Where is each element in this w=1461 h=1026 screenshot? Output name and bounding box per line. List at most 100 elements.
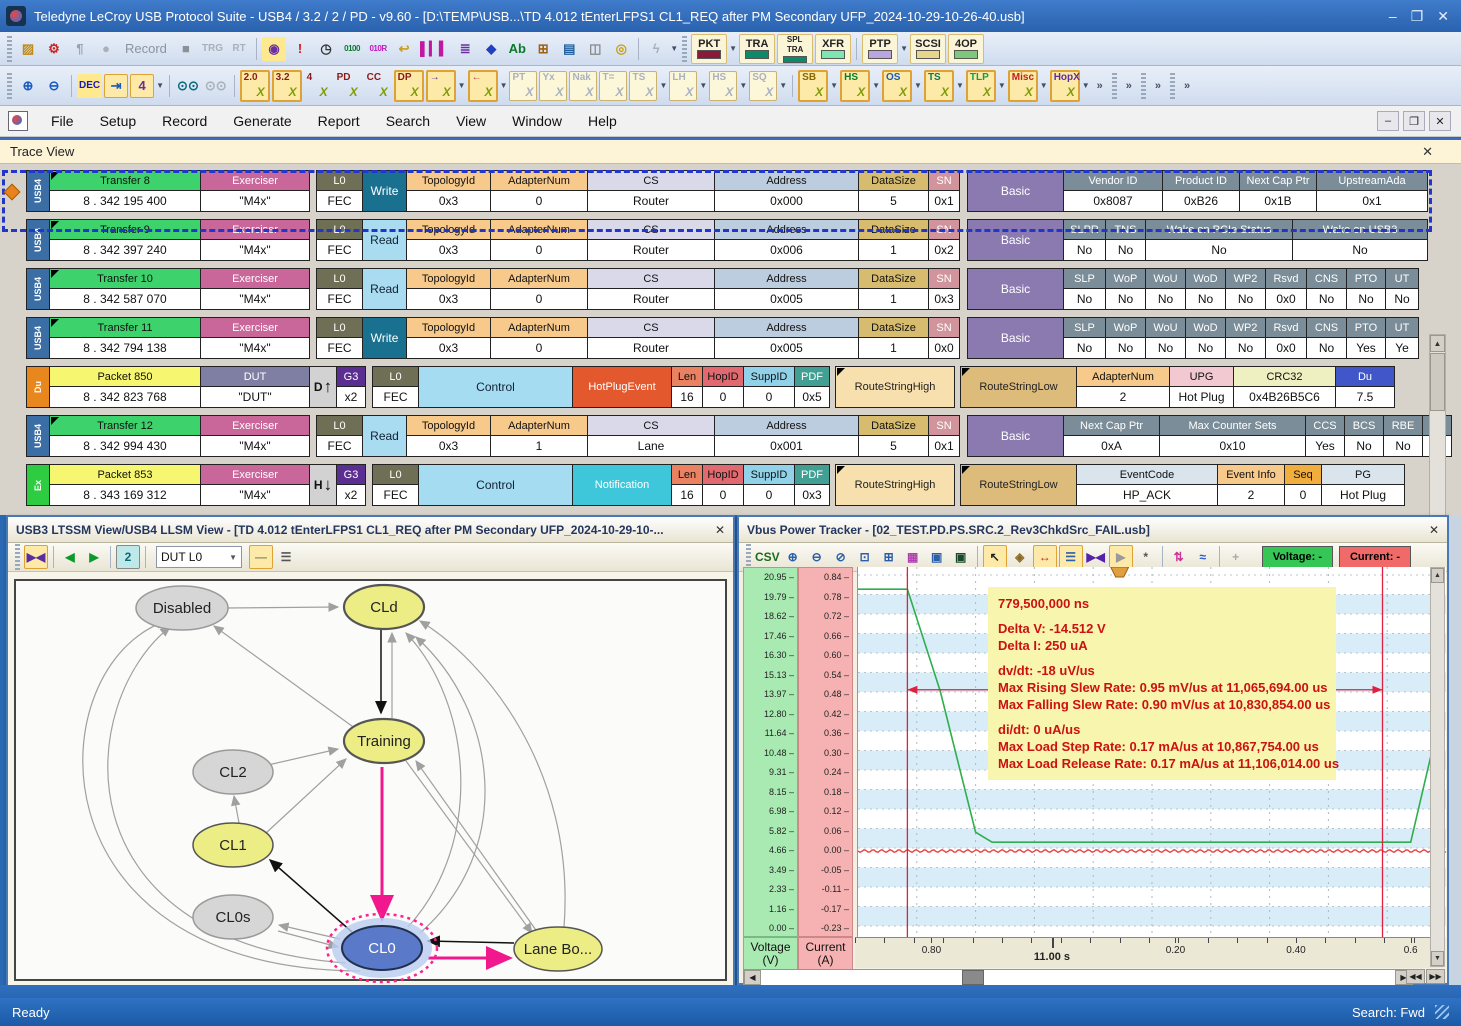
menu-item-window[interactable]: Window: [499, 109, 575, 133]
menu-item-setup[interactable]: Setup: [87, 109, 150, 133]
play-report-icon[interactable]: ▶: [1109, 545, 1133, 569]
record-settings-wrench-icon[interactable]: ⚙: [42, 37, 66, 61]
ptp-level-dropdown-icon[interactable]: ▼: [900, 44, 908, 53]
dash-option-icon[interactable]: —: [249, 545, 273, 569]
menu-item-help[interactable]: Help: [575, 109, 630, 133]
tools-icon[interactable]: *: [1135, 546, 1157, 568]
hide-tlp-button[interactable]: TLPX: [966, 70, 996, 102]
export-csv-icon[interactable]: CSV: [755, 546, 780, 568]
hide-misc-button[interactable]: MiscX: [1008, 70, 1038, 102]
overflow-chevron-icon[interactable]: »: [1126, 80, 1132, 92]
type-button-spltra[interactable]: SPL TRA: [777, 34, 813, 64]
export-four-icon[interactable]: 4: [130, 74, 154, 98]
trace-row[interactable]: ExPacket 8538 . 343 169 312Exerciser"M4x…: [26, 464, 1405, 506]
hide-upstream-dropdown-icon[interactable]: ▼: [458, 81, 466, 90]
trace-row[interactable]: DuPacket 8508 . 342 823 768DUT"DUT"D↑G3x…: [26, 366, 1395, 408]
hide-downstream-button[interactable]: ←X: [468, 70, 498, 102]
minimize-button[interactable]: –: [1389, 8, 1397, 25]
scroll-up-icon[interactable]: ▲: [1430, 335, 1445, 352]
zoom-in-icon[interactable]: ⊕: [782, 546, 804, 568]
hide-hopx-dropdown-icon[interactable]: ▼: [1082, 81, 1090, 90]
trace-row[interactable]: USB4Transfer 88 . 342 195 400Exerciser"M…: [26, 170, 1428, 212]
display-settings-icon[interactable]: ▦: [902, 546, 924, 568]
scroll-down-icon[interactable]: ▼: [1431, 951, 1444, 966]
hide-tlp-dropdown-icon[interactable]: ▼: [998, 81, 1006, 90]
report-view-icon[interactable]: ▤: [557, 37, 581, 61]
pointer-tool-icon[interactable]: ↖: [983, 545, 1007, 569]
page-first-icon[interactable]: ◀◀: [1406, 969, 1425, 984]
collapse-bowtie-icon[interactable]: ▶◀: [24, 545, 48, 569]
menu-item-search[interactable]: Search: [373, 109, 443, 133]
hide-ts2-dropdown-icon[interactable]: ▼: [956, 81, 964, 90]
menu-item-file[interactable]: File: [38, 109, 87, 133]
vbus-horizontal-scrollbar[interactable]: ◀ ▶: [743, 969, 1413, 986]
hide-os-button[interactable]: OSX: [882, 70, 912, 102]
navigator-icon[interactable]: ◆: [479, 37, 503, 61]
list-tool-icon[interactable]: ☰: [1059, 545, 1083, 569]
type-button-pkt[interactable]: PKT: [691, 34, 727, 64]
filter-pd-button[interactable]: PDX: [334, 71, 362, 101]
trace-view-close-icon[interactable]: ✕: [1422, 144, 1433, 160]
export-four-dropdown-icon[interactable]: ▼: [156, 81, 164, 90]
vbus-close-icon[interactable]: ✕: [1423, 523, 1439, 537]
type-button-ptp[interactable]: PTP: [862, 34, 898, 64]
raw-bits-view-icon[interactable]: 0100: [340, 37, 364, 61]
spec-decode-icon[interactable]: Ab: [505, 37, 529, 61]
filter-usb4-button[interactable]: 4X: [304, 71, 332, 101]
two-step-icon[interactable]: 2: [116, 545, 140, 569]
scroll-up-icon[interactable]: ▲: [1431, 568, 1444, 583]
maximize-button[interactable]: ❐: [1411, 8, 1424, 25]
zoom-window-icon[interactable]: ⊡: [854, 546, 876, 568]
statistics-view-icon[interactable]: ▌▎▍: [418, 37, 451, 61]
check-filters-icon[interactable]: ⇅: [1168, 546, 1190, 568]
scroll-thumb[interactable]: [962, 970, 984, 985]
state-select-combo[interactable]: DUT L0▼: [156, 546, 242, 568]
trace-row[interactable]: USB4Transfer 108 . 342 587 070Exerciser"…: [26, 268, 1419, 310]
session-info-icon[interactable]: ◉: [262, 37, 286, 61]
step-forward-icon[interactable]: ▶: [83, 546, 105, 568]
scroll-thumb[interactable]: [1430, 353, 1445, 411]
trace-row[interactable]: USB4Transfer 98 . 342 397 240Exerciser"M…: [26, 219, 1428, 261]
error-summary-icon[interactable]: !: [288, 37, 312, 61]
mdi-close-button[interactable]: ✕: [1429, 111, 1451, 131]
timing-calculator-icon[interactable]: ◷: [314, 37, 338, 61]
hide-misc-dropdown-icon[interactable]: ▼: [1040, 81, 1048, 90]
type-button-4op[interactable]: 4OP: [948, 34, 984, 64]
mdi-minimize-button[interactable]: –: [1377, 111, 1399, 131]
hide-sb-dropdown-icon[interactable]: ▼: [830, 81, 838, 90]
measure-tool-icon[interactable]: ↔: [1033, 545, 1057, 569]
layout-menu-icon[interactable]: ☰: [275, 546, 297, 568]
analysis-lightning-dropdown-icon[interactable]: ▼: [670, 44, 678, 53]
hide-downstream-dropdown-icon[interactable]: ▼: [500, 81, 508, 90]
decode-settings-icon[interactable]: DEC: [77, 74, 102, 98]
waveform-plot[interactable]: 779,500,000 nsDelta V: -14.512 VDelta I:…: [857, 567, 1446, 937]
packet-level-dropdown-icon[interactable]: ▼: [729, 44, 737, 53]
ltssm-title-bar[interactable]: USB3 LTSSM View/USB4 LLSM View - [TD 4.0…: [8, 517, 733, 543]
menu-item-generate[interactable]: Generate: [220, 109, 304, 133]
step-back-icon[interactable]: ◀: [59, 546, 81, 568]
vbus-title-bar[interactable]: Vbus Power Tracker - [02_TEST.PD.PS.SRC.…: [739, 517, 1447, 543]
type-button-tra[interactable]: TRA: [739, 34, 775, 64]
open-file-icon[interactable]: ▨: [16, 37, 40, 61]
resize-grip[interactable]: [1435, 1005, 1449, 1019]
voltage-legend-box[interactable]: Voltage: -: [1262, 546, 1333, 568]
type-button-scsi[interactable]: SCSI: [910, 34, 946, 64]
capture-screen-icon[interactable]: ▣: [926, 546, 948, 568]
search-binoculars-icon[interactable]: ⊙⊙: [175, 74, 201, 98]
hide-hs2-dropdown-icon[interactable]: ▼: [872, 81, 880, 90]
menu-item-record[interactable]: Record: [149, 109, 220, 133]
dark-screen-icon[interactable]: ▣: [950, 546, 972, 568]
filter-cc-button[interactable]: CCX: [364, 71, 392, 101]
filter-usb32-button[interactable]: 3.2X: [272, 70, 302, 102]
scroll-left-icon[interactable]: ◀: [744, 970, 761, 985]
menu-item-view[interactable]: View: [443, 109, 499, 133]
grid-view-icon[interactable]: ⊞: [531, 37, 555, 61]
flow-view-icon[interactable]: ≣: [453, 37, 477, 61]
zoom-out-icon[interactable]: ⊖: [806, 546, 828, 568]
loopback-view-icon[interactable]: ◎: [609, 37, 633, 61]
mdi-restore-button[interactable]: ❐: [1403, 111, 1425, 131]
compare-view-icon[interactable]: ◫: [583, 37, 607, 61]
chevron-down-icon[interactable]: ▼: [229, 553, 237, 562]
trace-row[interactable]: USB4Transfer 128 . 342 994 430Exerciser"…: [26, 415, 1452, 457]
vbus-vertical-scrollbar[interactable]: ▲ ▼: [1430, 567, 1445, 967]
